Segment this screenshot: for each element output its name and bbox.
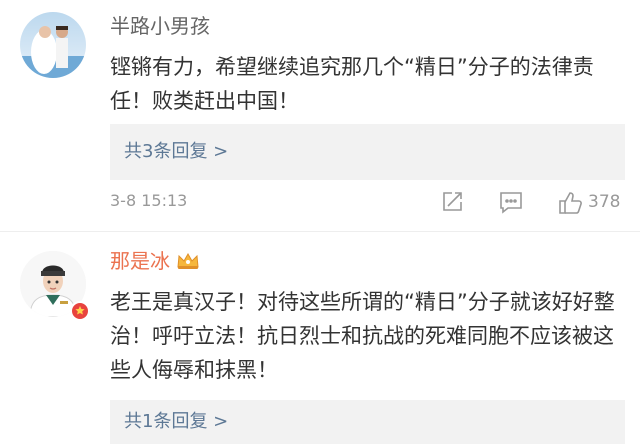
comment-text: 铿锵有力，希望继续追究那几个“精日”分子的法律责任！败类赶出中国！	[110, 55, 594, 113]
verified-badge-icon	[70, 301, 90, 321]
username[interactable]: 半路小男孩	[110, 12, 210, 40]
comment-meta: 3-8 15:13 378	[110, 188, 630, 218]
crown-icon	[176, 250, 200, 278]
avatar[interactable]	[20, 12, 86, 78]
view-replies-button[interactable]: 共3条回复 >	[110, 124, 625, 180]
comment-item: 半路小男孩 铿锵有力，希望继续追究那几个“精日”分子的法律责任！败类赶出中国！ …	[0, 0, 640, 232]
view-replies-button[interactable]: 共1条回复 >	[110, 400, 625, 444]
comment-icon[interactable]	[498, 190, 524, 218]
like-count: 378	[588, 192, 621, 212]
comment-text: 老王是真汉子！对待这些所谓的“精日”分子就该好好整治！呼吁立法！抗日烈士和抗战的…	[110, 290, 615, 382]
comment-item: 那是冰 老王是真汉子！对待这些所谓的“精日”分子就该好好整治！呼吁立法！抗日烈士…	[0, 233, 640, 444]
divider	[0, 231, 640, 232]
username-label: 那是冰	[110, 249, 170, 273]
view-replies-label: 共3条回复 >	[124, 141, 229, 162]
view-replies-label: 共1条回复 >	[124, 411, 229, 432]
username[interactable]: 那是冰	[110, 247, 200, 278]
share-icon[interactable]	[440, 190, 464, 218]
thumbs-up-icon[interactable]	[557, 190, 583, 220]
timestamp: 3-8 15:13	[110, 191, 188, 210]
